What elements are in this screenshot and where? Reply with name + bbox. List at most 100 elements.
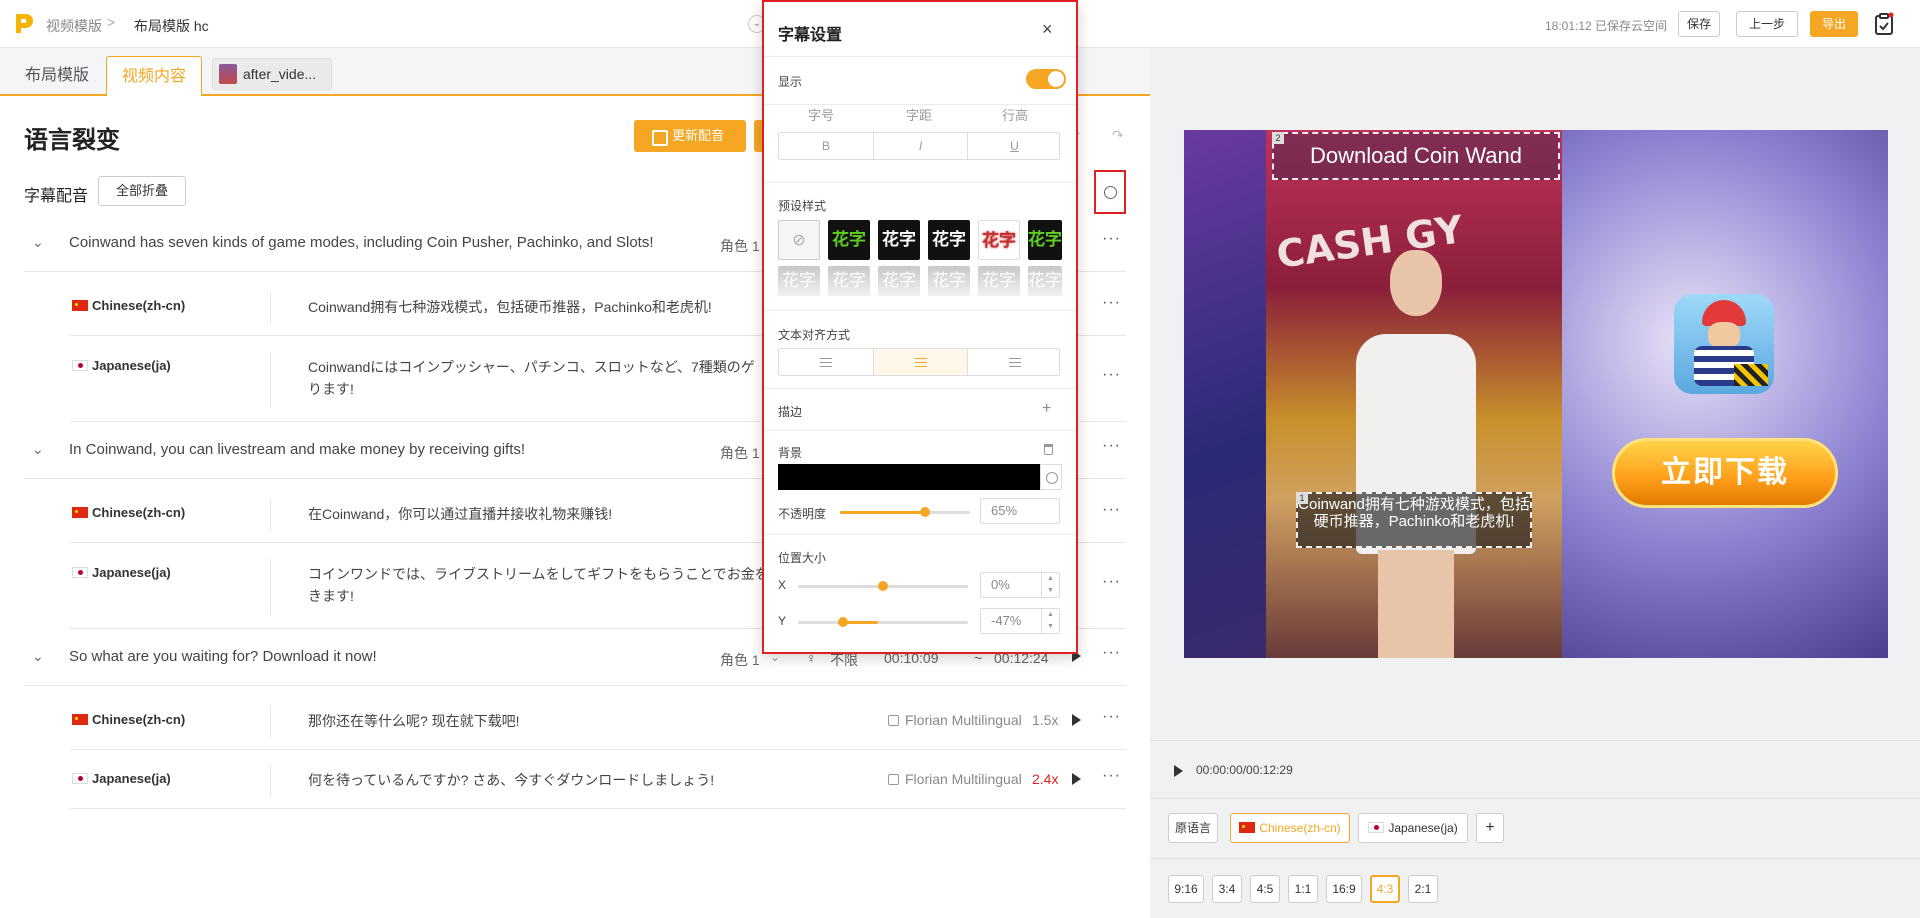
opacity-slider[interactable] <box>840 507 970 517</box>
translation-text[interactable]: 何を待っているんですか? さあ、今すぐダウンロードしましょう! <box>308 769 828 791</box>
title-overlay[interactable]: Download Coin Wand <box>1272 132 1560 180</box>
bold-button[interactable]: B <box>779 133 873 159</box>
subtitle-overlay[interactable]: Coinwand拥有七种游戏模式，包括硬币推器，Pachinko和老虎机! <box>1296 492 1532 548</box>
segment-role[interactable]: 角色 1 <box>720 236 760 256</box>
translation-text[interactable]: Coinwand拥有七种游戏模式，包括硬币推器，Pachinko和老虎机! <box>308 296 828 318</box>
add-language-button[interactable]: + <box>1476 813 1504 843</box>
translation-text[interactable]: 在Coinwand，你可以通过直播并接收礼物来赚钱! <box>308 503 828 525</box>
speed-value[interactable]: 1.5x <box>1032 712 1058 728</box>
translation-text[interactable]: 那你还在等什么呢? 现在就下载吧! <box>308 710 828 732</box>
segment-source-text[interactable]: So what are you waiting for? Download it… <box>69 648 377 665</box>
play-icon[interactable] <box>1174 765 1183 777</box>
x-input[interactable]: 0% ▲ ▼ <box>980 572 1060 598</box>
add-stroke-icon[interactable]: + <box>1042 400 1051 418</box>
clipboard-check-icon[interactable] <box>1874 12 1894 36</box>
ratio-3-4[interactable]: 3:4 <box>1212 875 1242 903</box>
tab-layout-template[interactable]: 布局模版 <box>14 56 100 96</box>
preset-style-3[interactable]: 花字 <box>928 220 970 260</box>
more-options-icon[interactable]: ··· <box>1102 294 1121 312</box>
display-toggle[interactable] <box>1026 69 1066 89</box>
align-right-button[interactable] <box>967 349 1061 375</box>
spinner-icon[interactable]: ▲ ▼ <box>1041 609 1059 633</box>
y-input[interactable]: -47% ▲ ▼ <box>980 608 1060 634</box>
more-options-icon[interactable]: ··· <box>1102 644 1121 662</box>
translation-language: Japanese(ja) <box>72 565 171 580</box>
align-center-button[interactable] <box>873 349 967 375</box>
preset-style-5[interactable]: 花字 <box>1028 220 1062 260</box>
more-options-icon[interactable]: ··· <box>1102 573 1121 591</box>
more-options-icon[interactable]: ··· <box>1102 708 1121 726</box>
subtitle-style-button[interactable] <box>1094 170 1126 214</box>
more-options-icon[interactable]: ··· <box>1102 366 1121 384</box>
ratio-16-9[interactable]: 16:9 <box>1326 875 1362 903</box>
ratio-1-1[interactable]: 1:1 <box>1288 875 1318 903</box>
spinner-icon[interactable]: ▲ ▼ <box>1041 573 1059 597</box>
preset-style-6[interactable]: 花字 <box>778 266 820 296</box>
voice-select[interactable]: Florian Multilingual <box>888 712 1022 728</box>
voice-select[interactable]: Florian Multilingual <box>888 771 1022 787</box>
x-slider-handle[interactable] <box>878 581 888 591</box>
preset-style-9[interactable]: 花字 <box>928 266 970 296</box>
translation-text[interactable]: Coinwandにはコインプッシャー、パチンコ、スロットなど、7種類のゲ ります! <box>308 356 828 400</box>
save-button[interactable]: 保存 <box>1678 11 1720 37</box>
export-button[interactable]: 导出 <box>1810 11 1858 37</box>
ratio-9-16[interactable]: 9:16 <box>1168 875 1204 903</box>
preset-style-1[interactable]: 花字 <box>828 220 870 260</box>
language-original[interactable]: 原语言 <box>1168 813 1218 843</box>
ratio-4-3[interactable]: 4:3 <box>1370 875 1400 903</box>
segment-role[interactable]: 角色 1 <box>720 443 760 463</box>
align-left-button[interactable] <box>779 349 873 375</box>
play-icon[interactable] <box>1072 714 1081 726</box>
segment-role[interactable]: 角色 1 <box>720 650 760 670</box>
redo-icon[interactable]: ↷ <box>1112 127 1126 143</box>
chevron-down-icon[interactable]: ⌄ <box>32 441 48 457</box>
opacity-input[interactable]: 65% <box>980 498 1060 524</box>
divider <box>764 534 1076 535</box>
preset-none[interactable]: ⊘ <box>778 220 820 260</box>
trash-icon[interactable] <box>1044 444 1053 455</box>
segment-source-text[interactable]: In Coinwand, you can livestream and make… <box>69 441 525 458</box>
ratio-2-1[interactable]: 2:1 <box>1408 875 1438 903</box>
tab-video-content[interactable]: 视频内容 <box>106 56 202 96</box>
divider <box>764 182 1076 183</box>
preset-style-8[interactable]: 花字 <box>878 266 920 296</box>
color-picker-icon[interactable] <box>1040 464 1062 490</box>
more-options-icon[interactable]: ··· <box>1102 501 1121 519</box>
layer-badge: 1 <box>1296 492 1308 504</box>
close-icon[interactable]: × <box>1042 19 1053 40</box>
y-slider[interactable] <box>798 617 968 627</box>
preset-style-4[interactable]: 花字 <box>978 220 1020 260</box>
italic-button[interactable]: I <box>873 133 967 159</box>
x-slider[interactable] <box>798 581 968 591</box>
translation-text[interactable]: コインワンドでは、ライブストリームをしてギフトをもらうことでお金を きます! <box>308 563 828 607</box>
language-japanese[interactable]: Japanese(ja) <box>1358 813 1468 843</box>
secondary-action-button[interactable] <box>754 120 762 152</box>
preset-style-7[interactable]: 花字 <box>828 266 870 296</box>
segment-source-text[interactable]: Coinwand has seven kinds of game modes, … <box>69 234 654 251</box>
preset-style-11[interactable]: 花字 <box>1028 266 1062 296</box>
language-chinese[interactable]: Chinese(zh-cn) <box>1230 813 1350 843</box>
chevron-down-icon[interactable]: ⌄ <box>32 234 48 250</box>
chevron-down-icon[interactable]: ⌄ <box>32 648 48 664</box>
breadcrumb-root[interactable]: 视频模版 <box>46 16 102 36</box>
update-voice-button[interactable]: 更新配音 <box>634 120 746 152</box>
speed-value[interactable]: 2.4x <box>1032 771 1058 787</box>
preset-style-2[interactable]: 花字 <box>878 220 920 260</box>
opacity-slider-handle[interactable] <box>919 507 930 517</box>
video-preview[interactable]: CASH GY Download Coin Wand 2 Coinwand拥有七… <box>1184 130 1888 658</box>
play-icon[interactable] <box>1072 773 1081 785</box>
ratio-4-5[interactable]: 4:5 <box>1250 875 1280 903</box>
preset-style-10[interactable]: 花字 <box>978 266 1020 296</box>
more-options-icon[interactable]: ··· <box>1102 437 1121 455</box>
y-slider-handle[interactable] <box>838 617 848 627</box>
playback-time: 00:00:00/00:12:29 <box>1196 763 1293 777</box>
tab-video-file[interactable]: after_vide... <box>212 58 332 90</box>
app-logo-icon[interactable] <box>14 12 34 34</box>
underline-button[interactable]: U <box>967 133 1061 159</box>
video-frame: CASH GY <box>1266 130 1562 658</box>
previous-step-button[interactable]: 上一步 <box>1736 11 1798 37</box>
more-options-icon[interactable]: ··· <box>1102 230 1121 248</box>
background-color-swatch[interactable] <box>778 464 1040 490</box>
more-options-icon[interactable]: ··· <box>1102 767 1121 785</box>
collapse-all-button[interactable]: 全部折叠 <box>98 176 186 206</box>
